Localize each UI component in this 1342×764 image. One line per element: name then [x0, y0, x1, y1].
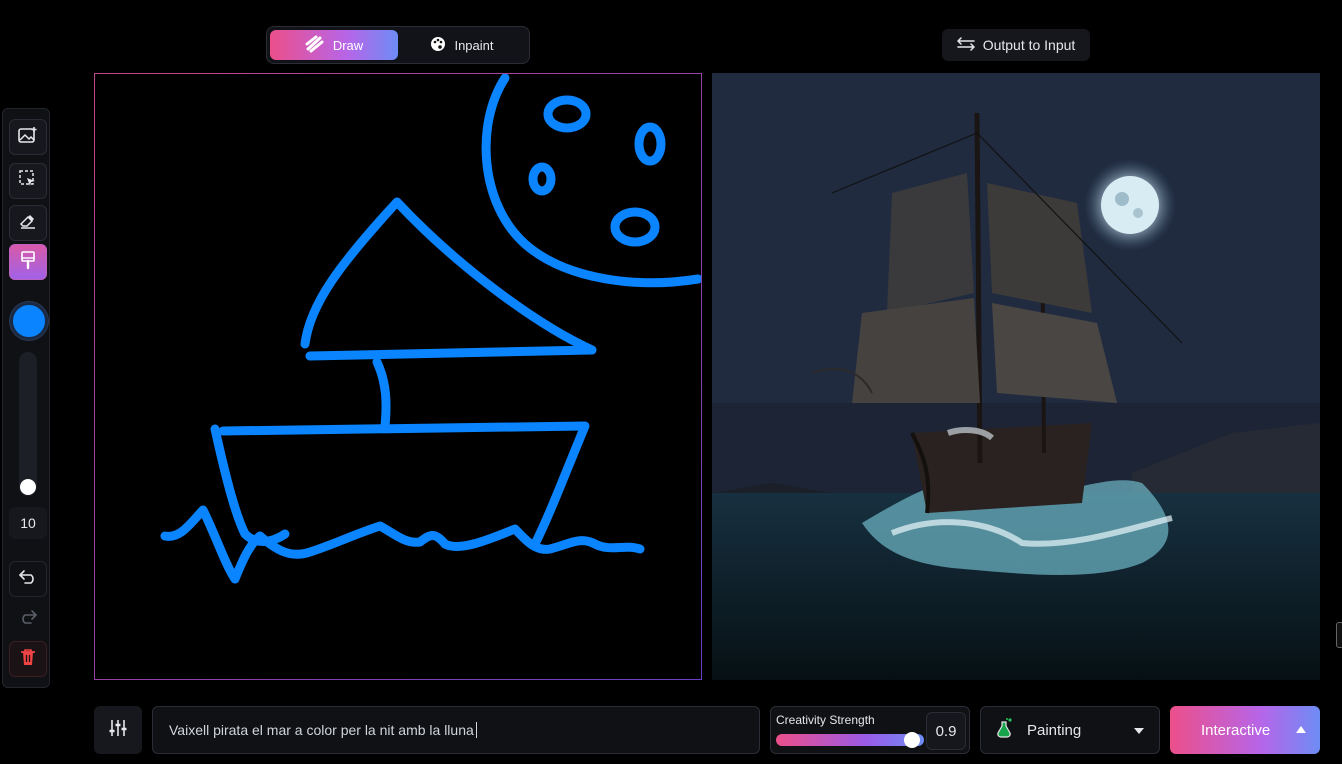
creativity-strength-value[interactable]: 0.9 [926, 712, 966, 750]
brush-size-slider[interactable] [19, 352, 37, 496]
generated-output-image [712, 73, 1320, 680]
undo-icon [18, 569, 38, 590]
inpaint-mode-button[interactable]: Inpaint [398, 30, 526, 60]
brush-stroke-icon [305, 35, 325, 56]
sliders-icon [108, 718, 128, 743]
add-image-button[interactable] [9, 119, 47, 155]
paintbrush-icon [20, 250, 36, 275]
selection-cursor-icon [19, 169, 37, 193]
chevron-down-icon [1133, 722, 1145, 739]
sketch-crater [610, 207, 660, 247]
creativity-strength-slider[interactable] [776, 734, 924, 746]
sketch-hull-stroke [210, 421, 590, 549]
sketch-crater [528, 162, 556, 196]
eraser-tool-button[interactable] [9, 205, 47, 241]
interactive-button-label: Interactive [1201, 721, 1271, 739]
swap-arrows-icon [956, 36, 975, 54]
clear-canvas-button[interactable] [9, 641, 47, 677]
settings-button[interactable] [94, 706, 142, 754]
mode-toggle: Draw Inpaint [266, 26, 530, 64]
sketch-crater [634, 122, 666, 166]
palette-icon [430, 36, 446, 55]
brush-tool-button[interactable] [9, 244, 47, 280]
draw-mode-label: Draw [332, 37, 364, 53]
style-select[interactable]: Painting [980, 706, 1160, 754]
redo-icon [18, 609, 38, 630]
panel-resize-handle[interactable] [1336, 622, 1342, 648]
brush-size-slider-thumb[interactable] [20, 479, 36, 495]
output-to-input-button[interactable]: Output to Input [942, 29, 1090, 61]
eraser-icon [19, 213, 37, 234]
select-tool-button[interactable] [9, 163, 47, 199]
sketch-strokes [160, 73, 703, 584]
redo-button[interactable] [9, 601, 47, 637]
sketch-mast-stroke [372, 357, 391, 431]
inpaint-mode-label: Inpaint [454, 37, 494, 53]
creativity-strength-control: Creativity Strength 0.9 [770, 706, 970, 754]
drawing-canvas[interactable] [94, 73, 703, 680]
text-caret [475, 722, 477, 738]
sketch-sail-stroke [300, 197, 597, 361]
creativity-strength-label: Creativity Strength [776, 713, 875, 727]
prompt-input[interactable]: Vaixell pirata el mar a color per la nit… [152, 706, 760, 754]
pirate-ship-painting [712, 73, 1320, 680]
trash-icon [20, 648, 36, 671]
tool-sidebar: 10 [2, 108, 50, 688]
potion-icon [995, 717, 1015, 743]
brush-size-value: 10 [9, 507, 47, 539]
prompt-text: Vaixell pirata el mar a color per la nit… [169, 722, 474, 738]
interactive-generate-button[interactable]: Interactive [1170, 706, 1320, 754]
undo-button[interactable] [9, 561, 47, 597]
output-to-input-label: Output to Input [982, 37, 1076, 53]
draw-mode-button[interactable]: Draw [270, 30, 398, 60]
brush-color-swatch[interactable] [10, 302, 48, 340]
sketch-crater [543, 95, 591, 133]
chevron-up-icon[interactable] [1296, 726, 1306, 733]
sketch-moon-stroke [481, 73, 703, 288]
style-select-value: Painting [1027, 721, 1082, 739]
creativity-strength-slider-thumb[interactable] [904, 732, 920, 748]
image-plus-icon [18, 126, 38, 149]
